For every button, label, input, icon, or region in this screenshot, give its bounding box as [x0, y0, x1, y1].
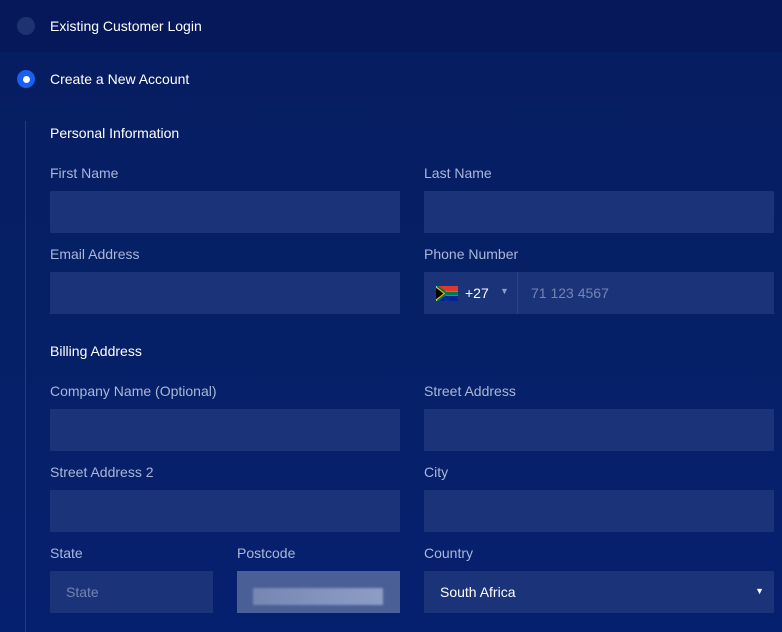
personal-info-title: Personal Information: [50, 125, 180, 141]
city-label: City: [424, 464, 449, 480]
city-input[interactable]: [424, 490, 774, 532]
country-value: South Africa: [440, 584, 516, 600]
last-name-input[interactable]: [424, 191, 774, 233]
country-code-selector[interactable]: +27 ▼: [424, 272, 518, 314]
first-name-input[interactable]: [50, 191, 400, 233]
state-label: State: [50, 545, 83, 561]
new-account-option[interactable]: Create a New Account: [0, 53, 782, 105]
new-account-label: Create a New Account: [50, 71, 190, 87]
caret-down-icon: ▼: [500, 286, 509, 296]
email-label: Email Address: [50, 246, 140, 262]
street-input[interactable]: [424, 409, 774, 451]
country-select[interactable]: South Africa ▼: [424, 571, 774, 613]
postcode-input[interactable]: [237, 571, 400, 613]
new-account-radio[interactable]: [17, 70, 35, 88]
dial-code: +27: [465, 285, 489, 301]
company-label: Company Name (Optional): [50, 383, 217, 399]
email-input[interactable]: [50, 272, 400, 314]
radio-selected-dot: [22, 75, 30, 83]
postcode-label: Postcode: [237, 545, 296, 561]
phone-placeholder: 71 123 4567: [531, 285, 609, 301]
existing-login-label: Existing Customer Login: [50, 18, 202, 34]
country-label: Country: [424, 545, 474, 561]
section-divider-line: [25, 121, 26, 632]
company-input[interactable]: [50, 409, 400, 451]
state-input[interactable]: State: [50, 571, 213, 613]
billing-address-title: Billing Address: [50, 343, 142, 359]
street-label: Street Address: [424, 383, 516, 399]
first-name-label: First Name: [50, 165, 119, 181]
state-placeholder: State: [66, 584, 99, 600]
redacted-postcode: [253, 588, 383, 605]
street2-input[interactable]: [50, 490, 400, 532]
last-name-label: Last Name: [424, 165, 492, 181]
existing-login-option[interactable]: Existing Customer Login: [0, 0, 782, 52]
street2-label: Street Address 2: [50, 464, 154, 480]
south-africa-flag-icon: [436, 286, 458, 301]
phone-input[interactable]: +27 ▼ 71 123 4567: [424, 272, 774, 314]
account-form-page: Existing Customer Login Create a New Acc…: [0, 0, 782, 632]
caret-down-icon: ▼: [755, 586, 764, 596]
existing-login-radio[interactable]: [17, 17, 35, 35]
phone-label: Phone Number: [424, 246, 519, 262]
